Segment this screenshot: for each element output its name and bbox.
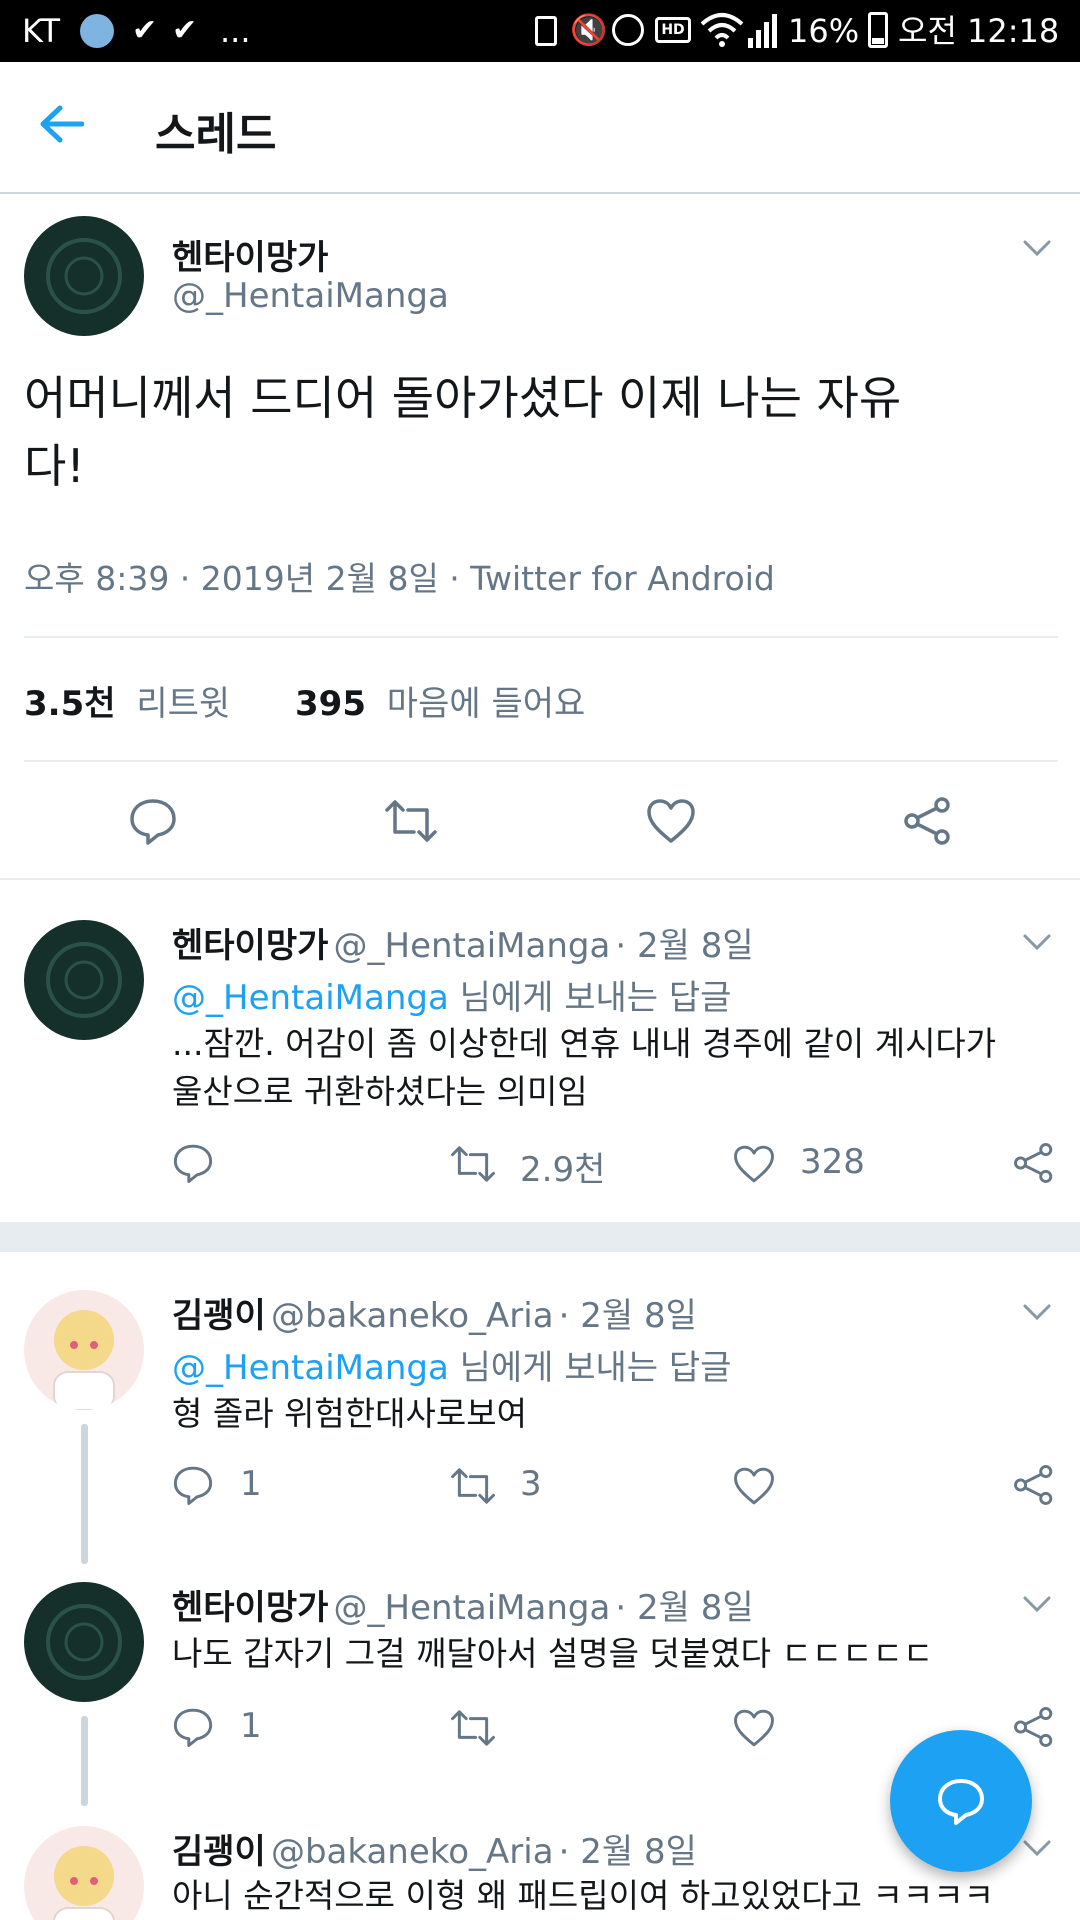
hd-icon: HD bbox=[655, 17, 691, 43]
retweet-label: 리트윗 bbox=[136, 684, 231, 724]
like-icon[interactable] bbox=[733, 1708, 775, 1748]
chevron-down-icon[interactable] bbox=[1022, 1594, 1052, 1614]
clock: 오전 12:18 bbox=[898, 12, 1060, 50]
tweet-text-line2: 다! bbox=[24, 439, 85, 493]
like-stats[interactable]: 395 마음에 들어요 bbox=[295, 676, 585, 725]
reply-tweet[interactable]: 김괭이 @bakaneko_Aria · 2월 8일 @_HentaiManga… bbox=[0, 1252, 1080, 1572]
thread-line bbox=[81, 1424, 88, 1564]
reply-header: 헨타이망가 @_HentaiManga · 2월 8일 bbox=[172, 1580, 754, 1629]
author-handle[interactable]: @_HentaiManga bbox=[334, 926, 611, 966]
tweet-text-line2: 울산으로 귀환하셨다는 의미임 bbox=[172, 1072, 588, 1111]
tweet-text: 나도 갑자기 그걸 깨달아서 설명을 덧붙였다 ㄷㄷㄷㄷㄷ bbox=[172, 1634, 934, 1673]
share-icon[interactable] bbox=[902, 796, 954, 846]
section-separator bbox=[0, 1222, 1080, 1252]
chevron-down-icon[interactable] bbox=[1022, 1838, 1052, 1858]
signal-icon bbox=[748, 14, 778, 52]
divider bbox=[24, 760, 1058, 762]
like-icon[interactable] bbox=[733, 1466, 775, 1506]
author-handle[interactable]: @bakaneko_Aria bbox=[271, 1296, 554, 1336]
chevron-down-icon[interactable] bbox=[1022, 238, 1052, 258]
header: 스레드 bbox=[0, 62, 1080, 194]
reply-header: 김괭이 @bakaneko_Aria · 2월 8일 bbox=[172, 1824, 697, 1873]
alarm-icon bbox=[612, 14, 644, 46]
author-name[interactable]: 헨타이망가 bbox=[172, 230, 328, 279]
share-icon[interactable] bbox=[1012, 1706, 1056, 1748]
more-notifications: ... bbox=[220, 12, 251, 50]
replying-to: @_HentaiManga 님에게 보내는 답글 bbox=[172, 970, 731, 1019]
tweet-text: 형 졸라 위험한대사로보여 bbox=[172, 1394, 527, 1433]
retweet-count: 3.5천 bbox=[24, 684, 116, 724]
reply-tweet[interactable]: 헨타이망가 @_HentaiManga · 2월 8일 @_HentaiMang… bbox=[0, 880, 1080, 1220]
tweet-text: ...잠깐. 어감이 좀 이상한데 연휴 내내 경주에 같이 계시다가 울산으로… bbox=[172, 1020, 996, 1116]
tweet-date: · 2월 8일 bbox=[615, 1588, 754, 1628]
author-handle[interactable]: @bakaneko_Aria bbox=[271, 1832, 554, 1872]
tweet-date: · 2월 8일 bbox=[615, 926, 754, 966]
avatar[interactable] bbox=[24, 1826, 144, 1920]
retweet-icon[interactable] bbox=[450, 1144, 496, 1184]
reply-header: 김괭이 @bakaneko_Aria · 2월 8일 bbox=[172, 1288, 697, 1337]
author-handle[interactable]: @_HentaiManga bbox=[172, 276, 449, 316]
author-name[interactable]: 김괭이 bbox=[172, 1832, 266, 1872]
carrier-label: KT bbox=[22, 12, 61, 50]
reply-icon[interactable] bbox=[172, 1706, 214, 1748]
chevron-down-icon[interactable] bbox=[1022, 932, 1052, 952]
main-tweet: 헨타이망가 @_HentaiManga 어머니께서 드디어 돌아가셨다 이제 나… bbox=[0, 194, 1080, 879]
like-count: 395 bbox=[295, 684, 366, 724]
app-notification-icon bbox=[80, 14, 114, 48]
like-count: 328 bbox=[800, 1142, 865, 1182]
retweet-icon[interactable] bbox=[384, 798, 438, 844]
avatar[interactable] bbox=[24, 1582, 144, 1702]
tweet-text: 어머니께서 드디어 돌아가셨다 이제 나는 자유 다! bbox=[24, 364, 901, 500]
author-name[interactable]: 헨타이망가 bbox=[172, 1588, 328, 1628]
author-name[interactable]: 김괭이 bbox=[172, 1296, 266, 1336]
compose-reply-button[interactable] bbox=[890, 1730, 1032, 1872]
reply-to-handle[interactable]: @_HentaiManga bbox=[172, 1348, 449, 1388]
check-notification-icon: ✔ bbox=[132, 13, 158, 48]
page-title: 스레드 bbox=[155, 109, 277, 160]
tweet-date: · 2월 8일 bbox=[558, 1832, 697, 1872]
thread-line bbox=[81, 1716, 88, 1806]
reply-icon bbox=[936, 1776, 986, 1826]
check-notification-icon-2: ✔ bbox=[172, 13, 198, 48]
tweet-text-line1: ...잠깐. 어감이 좀 이상한데 연휴 내내 경주에 같이 계시다가 bbox=[172, 1024, 997, 1063]
battery-percent: 16% bbox=[788, 12, 860, 50]
author-handle[interactable]: @_HentaiManga bbox=[334, 1588, 611, 1628]
avatar[interactable] bbox=[24, 1290, 144, 1410]
retweet-count: 3 bbox=[520, 1464, 542, 1504]
reply-icon[interactable] bbox=[172, 1464, 214, 1506]
status-bar: KT ✔ ✔ ... 🔇 HD 16% 오전 12:18 bbox=[0, 0, 1080, 62]
battery-icon bbox=[868, 12, 888, 48]
share-icon[interactable] bbox=[1012, 1464, 1056, 1506]
chevron-down-icon[interactable] bbox=[1022, 1302, 1052, 1322]
mute-icon: 🔇 bbox=[570, 13, 608, 48]
reply-to-suffix: 님에게 보내는 답글 bbox=[459, 1348, 732, 1388]
tweet-date: · 2월 8일 bbox=[558, 1296, 697, 1336]
reply-header: 헨타이망가 @_HentaiManga · 2월 8일 bbox=[172, 918, 754, 967]
reply-to-suffix: 님에게 보내는 답글 bbox=[459, 978, 732, 1018]
wifi-icon bbox=[700, 10, 744, 54]
retweet-count: 2.9천 bbox=[520, 1150, 606, 1190]
replying-to: @_HentaiManga 님에게 보내는 답글 bbox=[172, 1340, 731, 1389]
avatar[interactable] bbox=[24, 216, 144, 336]
sim-icon bbox=[535, 16, 557, 46]
tweet-text-line1: 어머니께서 드디어 돌아가셨다 이제 나는 자유 bbox=[24, 371, 902, 425]
reply-count: 1 bbox=[240, 1464, 262, 1504]
reply-count: 1 bbox=[240, 1706, 262, 1746]
tweet-text: 아니 순간적으로 이형 왜 패드립이여 하고있었다고 ㅋㅋㅋㅋ bbox=[172, 1876, 994, 1915]
reply-icon[interactable] bbox=[128, 796, 178, 846]
retweet-stats[interactable]: 3.5천 리트윗 bbox=[24, 676, 230, 725]
divider bbox=[24, 636, 1058, 638]
retweet-icon[interactable] bbox=[450, 1466, 496, 1506]
author-name[interactable]: 헨타이망가 bbox=[172, 926, 328, 966]
like-icon[interactable] bbox=[646, 798, 696, 844]
share-icon[interactable] bbox=[1012, 1142, 1056, 1184]
avatar[interactable] bbox=[24, 920, 144, 1040]
retweet-icon[interactable] bbox=[450, 1708, 496, 1748]
like-icon[interactable] bbox=[733, 1144, 775, 1184]
tweet-meta: 오후 8:39 · 2019년 2월 8일 · Twitter for Andr… bbox=[24, 559, 775, 598]
like-label: 마음에 들어요 bbox=[386, 684, 586, 724]
reply-to-handle[interactable]: @_HentaiManga bbox=[172, 978, 449, 1018]
reply-icon[interactable] bbox=[172, 1142, 214, 1184]
back-arrow-icon[interactable] bbox=[38, 104, 84, 144]
